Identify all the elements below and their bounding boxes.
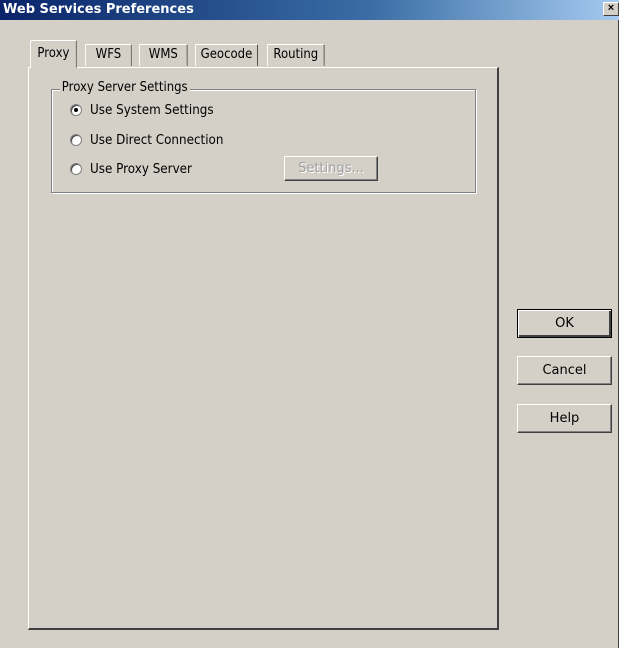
tab-routing[interactable]: Routing xyxy=(267,44,325,66)
proxy-settings-button[interactable]: Settings... xyxy=(284,156,378,181)
window-title: Web Services Preferences xyxy=(3,2,194,17)
radio-button-icon[interactable] xyxy=(70,134,82,146)
tab-wms[interactable]: WMS xyxy=(139,44,188,66)
close-icon[interactable]: × xyxy=(603,2,619,16)
title-bar[interactable]: Web Services Preferences × xyxy=(0,0,619,20)
proxy-tab-panel xyxy=(28,67,499,630)
radio-button-icon[interactable] xyxy=(70,104,82,116)
tab-proxy[interactable]: Proxy xyxy=(30,40,77,68)
preferences-dialog: Web Services Preferences × Proxy WFS WMS… xyxy=(0,0,619,648)
radio-use-system-settings[interactable]: Use System Settings xyxy=(70,102,224,118)
radio-label: Use Proxy Server xyxy=(90,161,192,177)
radio-use-direct-connection[interactable]: Use Direct Connection xyxy=(70,132,235,148)
help-button[interactable]: Help xyxy=(517,404,612,433)
tab-wfs[interactable]: WFS xyxy=(85,44,132,66)
radio-label: Use System Settings xyxy=(90,102,214,118)
radio-label: Use Direct Connection xyxy=(90,132,224,148)
group-title: Proxy Server Settings xyxy=(60,80,190,95)
radio-selected-dot xyxy=(74,108,78,112)
cancel-button[interactable]: Cancel xyxy=(517,356,612,385)
ok-button[interactable]: OK xyxy=(517,309,612,338)
tab-geocode[interactable]: Geocode xyxy=(195,44,258,66)
radio-use-proxy-server[interactable]: Use Proxy Server xyxy=(70,161,201,177)
radio-button-icon[interactable] xyxy=(70,163,82,175)
